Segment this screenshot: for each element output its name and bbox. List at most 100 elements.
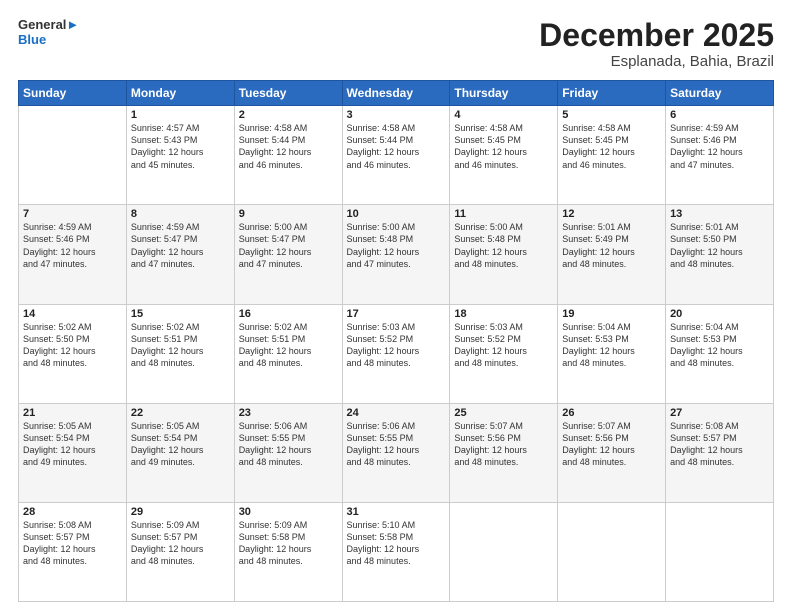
calendar-week-row: 28Sunrise: 5:08 AMSunset: 5:57 PMDayligh… <box>19 502 774 601</box>
table-row: 12Sunrise: 5:01 AMSunset: 5:49 PMDayligh… <box>558 205 666 304</box>
table-row: 25Sunrise: 5:07 AMSunset: 5:56 PMDayligh… <box>450 403 558 502</box>
table-row <box>558 502 666 601</box>
day-info: Sunrise: 5:02 AMSunset: 5:50 PMDaylight:… <box>23 321 122 370</box>
day-number: 3 <box>347 109 446 121</box>
day-number: 31 <box>347 506 446 518</box>
day-number: 5 <box>562 109 661 121</box>
table-row <box>450 502 558 601</box>
table-row: 3Sunrise: 4:58 AMSunset: 5:44 PMDaylight… <box>342 106 450 205</box>
day-info: Sunrise: 5:03 AMSunset: 5:52 PMDaylight:… <box>454 321 553 370</box>
day-number: 29 <box>131 506 230 518</box>
day-info: Sunrise: 4:59 AMSunset: 5:46 PMDaylight:… <box>23 221 122 270</box>
day-info: Sunrise: 4:58 AMSunset: 5:45 PMDaylight:… <box>454 122 553 171</box>
calendar-header-row: Sunday Monday Tuesday Wednesday Thursday… <box>19 81 774 106</box>
day-info: Sunrise: 4:59 AMSunset: 5:46 PMDaylight:… <box>670 122 769 171</box>
day-info: Sunrise: 5:04 AMSunset: 5:53 PMDaylight:… <box>562 321 661 370</box>
col-wednesday: Wednesday <box>342 81 450 106</box>
table-row: 23Sunrise: 5:06 AMSunset: 5:55 PMDayligh… <box>234 403 342 502</box>
day-number: 19 <box>562 308 661 320</box>
day-info: Sunrise: 5:06 AMSunset: 5:55 PMDaylight:… <box>239 420 338 469</box>
day-number: 7 <box>23 208 122 220</box>
day-info: Sunrise: 4:58 AMSunset: 5:45 PMDaylight:… <box>562 122 661 171</box>
day-number: 20 <box>670 308 769 320</box>
day-info: Sunrise: 4:59 AMSunset: 5:47 PMDaylight:… <box>131 221 230 270</box>
day-number: 13 <box>670 208 769 220</box>
col-saturday: Saturday <box>666 81 774 106</box>
day-info: Sunrise: 5:00 AMSunset: 5:47 PMDaylight:… <box>239 221 338 270</box>
page: General► Blue December 2025 Esplanada, B… <box>0 0 792 612</box>
table-row: 16Sunrise: 5:02 AMSunset: 5:51 PMDayligh… <box>234 304 342 403</box>
title-block: December 2025 Esplanada, Bahia, Brazil <box>539 18 774 70</box>
col-monday: Monday <box>126 81 234 106</box>
table-row: 19Sunrise: 5:04 AMSunset: 5:53 PMDayligh… <box>558 304 666 403</box>
table-row: 14Sunrise: 5:02 AMSunset: 5:50 PMDayligh… <box>19 304 127 403</box>
table-row: 22Sunrise: 5:05 AMSunset: 5:54 PMDayligh… <box>126 403 234 502</box>
day-number: 9 <box>239 208 338 220</box>
day-number: 18 <box>454 308 553 320</box>
day-info: Sunrise: 5:05 AMSunset: 5:54 PMDaylight:… <box>23 420 122 469</box>
calendar-week-row: 21Sunrise: 5:05 AMSunset: 5:54 PMDayligh… <box>19 403 774 502</box>
col-friday: Friday <box>558 81 666 106</box>
day-info: Sunrise: 5:02 AMSunset: 5:51 PMDaylight:… <box>239 321 338 370</box>
day-number: 28 <box>23 506 122 518</box>
day-info: Sunrise: 5:00 AMSunset: 5:48 PMDaylight:… <box>454 221 553 270</box>
day-number: 21 <box>23 407 122 419</box>
day-number: 25 <box>454 407 553 419</box>
day-info: Sunrise: 4:58 AMSunset: 5:44 PMDaylight:… <box>347 122 446 171</box>
table-row: 21Sunrise: 5:05 AMSunset: 5:54 PMDayligh… <box>19 403 127 502</box>
day-number: 22 <box>131 407 230 419</box>
day-number: 1 <box>131 109 230 121</box>
day-number: 27 <box>670 407 769 419</box>
day-info: Sunrise: 5:02 AMSunset: 5:51 PMDaylight:… <box>131 321 230 370</box>
logo: General► Blue <box>18 18 79 48</box>
table-row: 15Sunrise: 5:02 AMSunset: 5:51 PMDayligh… <box>126 304 234 403</box>
day-info: Sunrise: 5:08 AMSunset: 5:57 PMDaylight:… <box>23 519 122 568</box>
table-row: 10Sunrise: 5:00 AMSunset: 5:48 PMDayligh… <box>342 205 450 304</box>
table-row: 13Sunrise: 5:01 AMSunset: 5:50 PMDayligh… <box>666 205 774 304</box>
calendar-week-row: 7Sunrise: 4:59 AMSunset: 5:46 PMDaylight… <box>19 205 774 304</box>
day-info: Sunrise: 5:04 AMSunset: 5:53 PMDaylight:… <box>670 321 769 370</box>
day-info: Sunrise: 5:10 AMSunset: 5:58 PMDaylight:… <box>347 519 446 568</box>
day-number: 24 <box>347 407 446 419</box>
day-info: Sunrise: 5:00 AMSunset: 5:48 PMDaylight:… <box>347 221 446 270</box>
col-thursday: Thursday <box>450 81 558 106</box>
day-number: 12 <box>562 208 661 220</box>
calendar-table: Sunday Monday Tuesday Wednesday Thursday… <box>18 80 774 602</box>
day-number: 30 <box>239 506 338 518</box>
day-number: 17 <box>347 308 446 320</box>
table-row: 17Sunrise: 5:03 AMSunset: 5:52 PMDayligh… <box>342 304 450 403</box>
day-number: 8 <box>131 208 230 220</box>
day-info: Sunrise: 5:07 AMSunset: 5:56 PMDaylight:… <box>562 420 661 469</box>
table-row: 2Sunrise: 4:58 AMSunset: 5:44 PMDaylight… <box>234 106 342 205</box>
table-row: 24Sunrise: 5:06 AMSunset: 5:55 PMDayligh… <box>342 403 450 502</box>
table-row: 9Sunrise: 5:00 AMSunset: 5:47 PMDaylight… <box>234 205 342 304</box>
day-number: 23 <box>239 407 338 419</box>
table-row: 4Sunrise: 4:58 AMSunset: 5:45 PMDaylight… <box>450 106 558 205</box>
table-row: 5Sunrise: 4:58 AMSunset: 5:45 PMDaylight… <box>558 106 666 205</box>
table-row: 6Sunrise: 4:59 AMSunset: 5:46 PMDaylight… <box>666 106 774 205</box>
main-title: December 2025 <box>539 18 774 53</box>
table-row: 28Sunrise: 5:08 AMSunset: 5:57 PMDayligh… <box>19 502 127 601</box>
table-row: 27Sunrise: 5:08 AMSunset: 5:57 PMDayligh… <box>666 403 774 502</box>
day-number: 6 <box>670 109 769 121</box>
table-row: 18Sunrise: 5:03 AMSunset: 5:52 PMDayligh… <box>450 304 558 403</box>
day-info: Sunrise: 5:05 AMSunset: 5:54 PMDaylight:… <box>131 420 230 469</box>
day-info: Sunrise: 5:03 AMSunset: 5:52 PMDaylight:… <box>347 321 446 370</box>
table-row: 8Sunrise: 4:59 AMSunset: 5:47 PMDaylight… <box>126 205 234 304</box>
day-number: 10 <box>347 208 446 220</box>
day-info: Sunrise: 5:07 AMSunset: 5:56 PMDaylight:… <box>454 420 553 469</box>
table-row: 7Sunrise: 4:59 AMSunset: 5:46 PMDaylight… <box>19 205 127 304</box>
table-row <box>19 106 127 205</box>
col-sunday: Sunday <box>19 81 127 106</box>
table-row: 29Sunrise: 5:09 AMSunset: 5:57 PMDayligh… <box>126 502 234 601</box>
day-number: 4 <box>454 109 553 121</box>
calendar-week-row: 1Sunrise: 4:57 AMSunset: 5:43 PMDaylight… <box>19 106 774 205</box>
day-info: Sunrise: 5:09 AMSunset: 5:58 PMDaylight:… <box>239 519 338 568</box>
day-info: Sunrise: 5:08 AMSunset: 5:57 PMDaylight:… <box>670 420 769 469</box>
day-info: Sunrise: 5:01 AMSunset: 5:50 PMDaylight:… <box>670 221 769 270</box>
day-number: 11 <box>454 208 553 220</box>
table-row: 1Sunrise: 4:57 AMSunset: 5:43 PMDaylight… <box>126 106 234 205</box>
subtitle: Esplanada, Bahia, Brazil <box>539 53 774 70</box>
calendar-week-row: 14Sunrise: 5:02 AMSunset: 5:50 PMDayligh… <box>19 304 774 403</box>
table-row: 11Sunrise: 5:00 AMSunset: 5:48 PMDayligh… <box>450 205 558 304</box>
